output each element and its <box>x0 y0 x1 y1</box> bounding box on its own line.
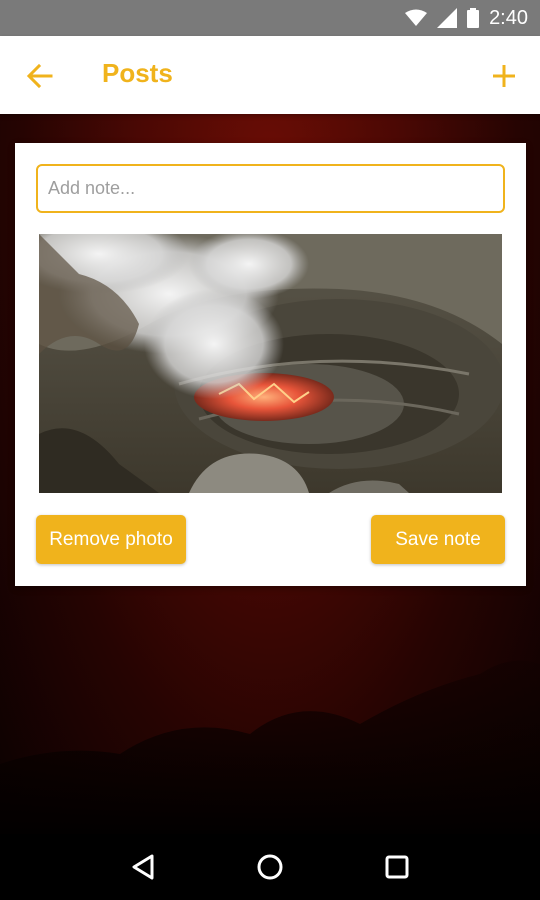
recents-square-icon <box>385 855 409 879</box>
volcano-crater-photo <box>39 234 502 493</box>
back-button[interactable] <box>20 56 60 96</box>
system-nav-bar <box>0 834 540 900</box>
page-title: Posts <box>102 58 173 88</box>
signal-icon <box>437 8 458 28</box>
battery-icon <box>467 8 480 28</box>
status-time: 2:40 <box>489 6 528 29</box>
nav-back-button[interactable] <box>123 847 163 887</box>
mountain-silhouette <box>0 660 540 834</box>
arrow-left-icon <box>26 63 53 89</box>
note-card: Remove photo Save note <box>15 143 526 586</box>
status-bar: 2:40 <box>0 0 540 36</box>
remove-photo-button[interactable]: Remove photo <box>36 515 186 564</box>
app-bar: Posts <box>0 36 540 114</box>
nav-home-button[interactable] <box>250 847 290 887</box>
home-circle-icon <box>257 854 283 880</box>
nav-recents-button[interactable] <box>377 847 417 887</box>
wifi-icon <box>405 9 428 27</box>
add-button[interactable] <box>484 56 524 96</box>
save-note-button[interactable]: Save note <box>371 515 505 564</box>
plus-icon <box>493 65 515 87</box>
note-input[interactable] <box>36 164 505 213</box>
back-triangle-icon <box>132 854 154 880</box>
